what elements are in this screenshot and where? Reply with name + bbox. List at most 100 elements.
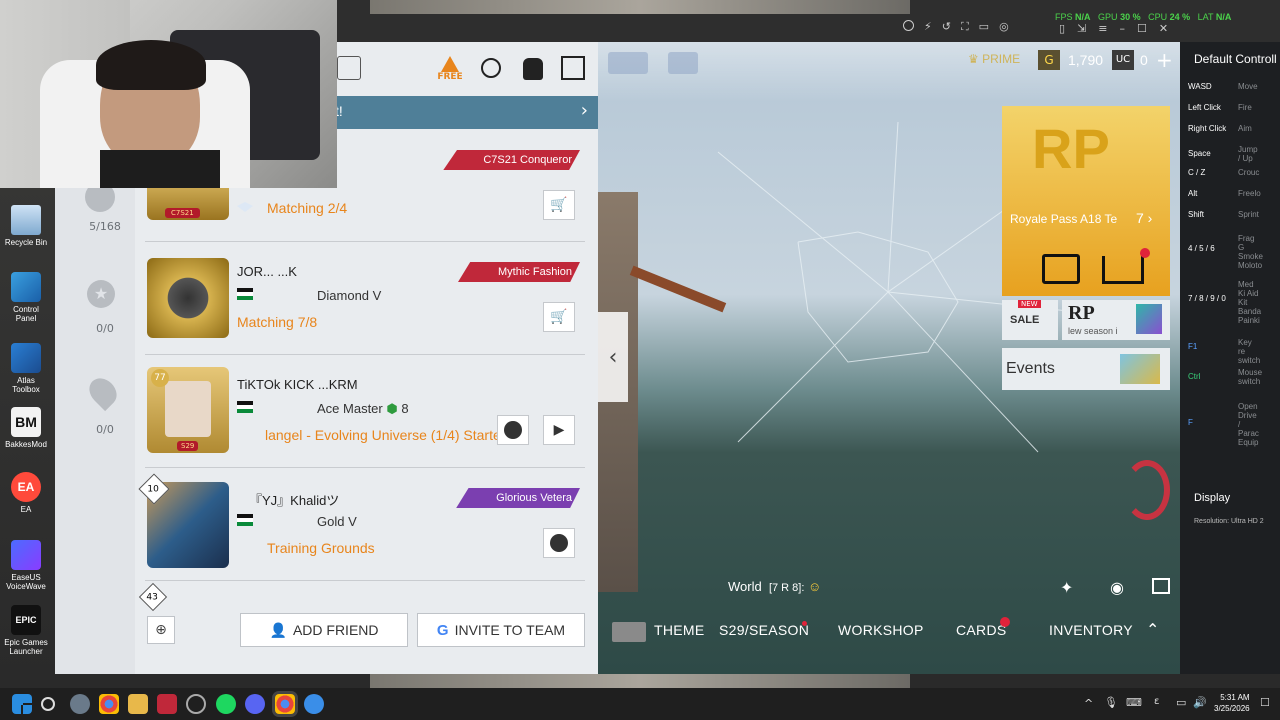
nav-season[interactable]: S29/SEASON — [719, 622, 809, 638]
webcam-overlay — [0, 0, 337, 188]
free-button[interactable]: FREE — [435, 56, 465, 86]
nav-workshop[interactable]: WORKSHOP — [838, 622, 924, 638]
volume-icon[interactable]: 🔊 — [1193, 696, 1207, 709]
clock[interactable]: 5:31 AM 3/25/2026 — [1214, 692, 1250, 714]
window-icon[interactable]: ▯ — [1059, 22, 1065, 35]
search-icon[interactable] — [41, 697, 55, 711]
language-icon[interactable]: ε — [1154, 696, 1159, 707]
diamond-icon — [237, 202, 253, 212]
desktop-icon-ea[interactable]: EA EA — [4, 472, 48, 514]
settings-button[interactable]: ⊕ — [147, 616, 175, 644]
control-row: Left Click Fire — [1188, 103, 1252, 112]
clock-button[interactable] — [543, 528, 575, 558]
stat-value: 0/0 — [96, 423, 114, 436]
menu-icon[interactable]: ≡ — [1098, 22, 1107, 35]
desktop-icon-label: Control Panel — [13, 305, 39, 323]
bolt-icon[interactable]: ⚡ — [924, 20, 932, 36]
friend-row[interactable]: JOR... ...K Diamond V Matching 7/8 Mythi… — [145, 242, 585, 355]
close-icon[interactable]: ✕ — [1159, 22, 1168, 35]
rp-tile[interactable]: RP lew season i — [1062, 300, 1170, 340]
sale-tile[interactable]: NEW SALE — [1002, 300, 1058, 340]
desktop-icon-epic-games[interactable]: EPIC Epic Games Launcher — [4, 605, 48, 656]
add-currency-icon[interactable]: + — [1156, 48, 1173, 72]
wallpaper-strip — [370, 0, 910, 14]
nav-cards[interactable]: CARDS — [956, 622, 1007, 638]
friend-row[interactable]: 77 S29 TiKTOk KICK ...KRM Ace Master ⬢ 8… — [145, 355, 585, 468]
recycle-bin-icon — [11, 205, 41, 235]
invite-team-button[interactable]: G INVITE TO TEAM — [417, 613, 585, 647]
friend-status: Matching 7/8 — [237, 314, 318, 330]
spectate-button[interactable]: ▶ — [543, 415, 575, 445]
nav-inventory[interactable]: INVENTORY — [1049, 622, 1133, 638]
friend-name: TiKTOk KICK ...KRM — [237, 377, 358, 392]
prime-label[interactable]: ♛ PRIME — [968, 52, 1020, 66]
chrome-icon[interactable] — [275, 694, 295, 714]
webcam-shirt — [100, 150, 220, 188]
rp-sub: lew season i — [1068, 326, 1118, 336]
start-icon[interactable] — [12, 694, 32, 714]
minimize-icon[interactable]: – — [1120, 22, 1126, 35]
fist-icon[interactable] — [523, 58, 543, 80]
clock-icon — [550, 534, 568, 552]
microphone-icon[interactable]: 🎙 — [1104, 696, 1118, 709]
network-icon[interactable]: ▭ — [1176, 696, 1186, 709]
app-icon[interactable] — [157, 694, 177, 714]
undo-icon[interactable]: ↺ — [942, 20, 951, 36]
clock-button[interactable] — [497, 415, 529, 445]
add-friend-button[interactable]: 👤 ADD FRIEND — [240, 613, 408, 647]
desktop-icon-easeus[interactable]: EaseUS VoiceWave — [4, 540, 48, 591]
file-explorer-icon[interactable] — [128, 694, 148, 714]
friend-row[interactable]: 10 『YJ』Khalidツ Gold V Training Grounds G… — [138, 468, 585, 581]
notification-icon[interactable]: ☐ — [1260, 696, 1270, 709]
app-icon[interactable] — [186, 694, 206, 714]
friend-status: Matching 2/4 — [267, 200, 348, 216]
chevron-up-icon[interactable]: ^ — [1084, 697, 1093, 710]
desktop-icon-recycle-bin[interactable]: Recycle Bin — [4, 205, 48, 247]
shop-cart-button[interactable]: 🛒 — [543, 302, 575, 332]
game-mode-icon[interactable] — [608, 52, 648, 74]
discord-icon[interactable] — [245, 694, 265, 714]
expand-icon[interactable] — [1152, 578, 1170, 594]
theme-icon — [612, 622, 646, 642]
mail-icon[interactable] — [668, 52, 698, 74]
search-icon[interactable] — [481, 58, 501, 78]
crate-icon[interactable] — [1042, 254, 1080, 284]
cpu-value: 24 % — [1169, 12, 1191, 22]
chevron-up-icon[interactable]: ⌃ — [1146, 620, 1159, 639]
keyboard-icon[interactable]: ⌨ — [1126, 696, 1142, 709]
window-icon[interactable]: ▭ — [979, 20, 989, 36]
events-tile[interactable]: Events — [1002, 348, 1170, 390]
spotify-icon[interactable] — [216, 694, 236, 714]
qr-scan-icon[interactable] — [561, 56, 585, 80]
fullscreen-icon[interactable]: ⛶ — [961, 20, 969, 36]
friend-row[interactable]: 43 — [138, 581, 585, 612]
settings-icon[interactable] — [70, 694, 90, 714]
wand-icon[interactable]: ✦ — [1060, 578, 1073, 597]
window-controls: ▯ ⇲ ≡ – ☐ ✕ — [1059, 22, 1168, 35]
controls-title: Default Controll — [1194, 52, 1277, 66]
chrome-icon[interactable] — [99, 694, 119, 714]
info-icon[interactable] — [903, 20, 914, 31]
chevron-left-icon: ‹ — [608, 344, 618, 370]
cart-icon[interactable] — [1102, 256, 1144, 284]
royale-pass-card[interactable]: RP Royale Pass A18 Te 7 › — [1002, 106, 1170, 296]
shop-cart-button[interactable]: 🛒 — [543, 190, 575, 220]
cart-icon: 🛒 — [550, 197, 568, 213]
gamepad-icon[interactable]: ◎ — [999, 20, 1009, 36]
desktop-icon-atlas-toolbox[interactable]: Atlas Toolbox — [4, 343, 48, 394]
collapse-panel-button[interactable]: ‹ — [598, 312, 628, 402]
maximize-icon[interactable]: ☐ — [1137, 22, 1147, 35]
chat-bubble-icon[interactable]: ◉ — [1110, 578, 1124, 597]
play-icon: ▶ — [553, 422, 565, 438]
pin-icon[interactable]: ⇲ — [1077, 22, 1086, 35]
red-ring-icon — [1124, 460, 1170, 520]
desktop-icon-bakkesmod[interactable]: BM BakkesMod — [4, 407, 48, 449]
filter-icon[interactable] — [337, 56, 361, 80]
desktop-icon-control-panel[interactable]: Control Panel — [4, 272, 48, 323]
level-badge: 10 — [138, 473, 170, 505]
nav-theme[interactable]: THEME — [654, 622, 705, 638]
control-row: 4 / 5 / 6 Frag G Smoke Moloto — [1188, 234, 1263, 270]
world-chat[interactable]: World [7 R 8]: ☺ — [728, 579, 821, 594]
app-icon[interactable] — [304, 694, 324, 714]
control-row: Ctrl Mouse switch — [1188, 368, 1263, 386]
